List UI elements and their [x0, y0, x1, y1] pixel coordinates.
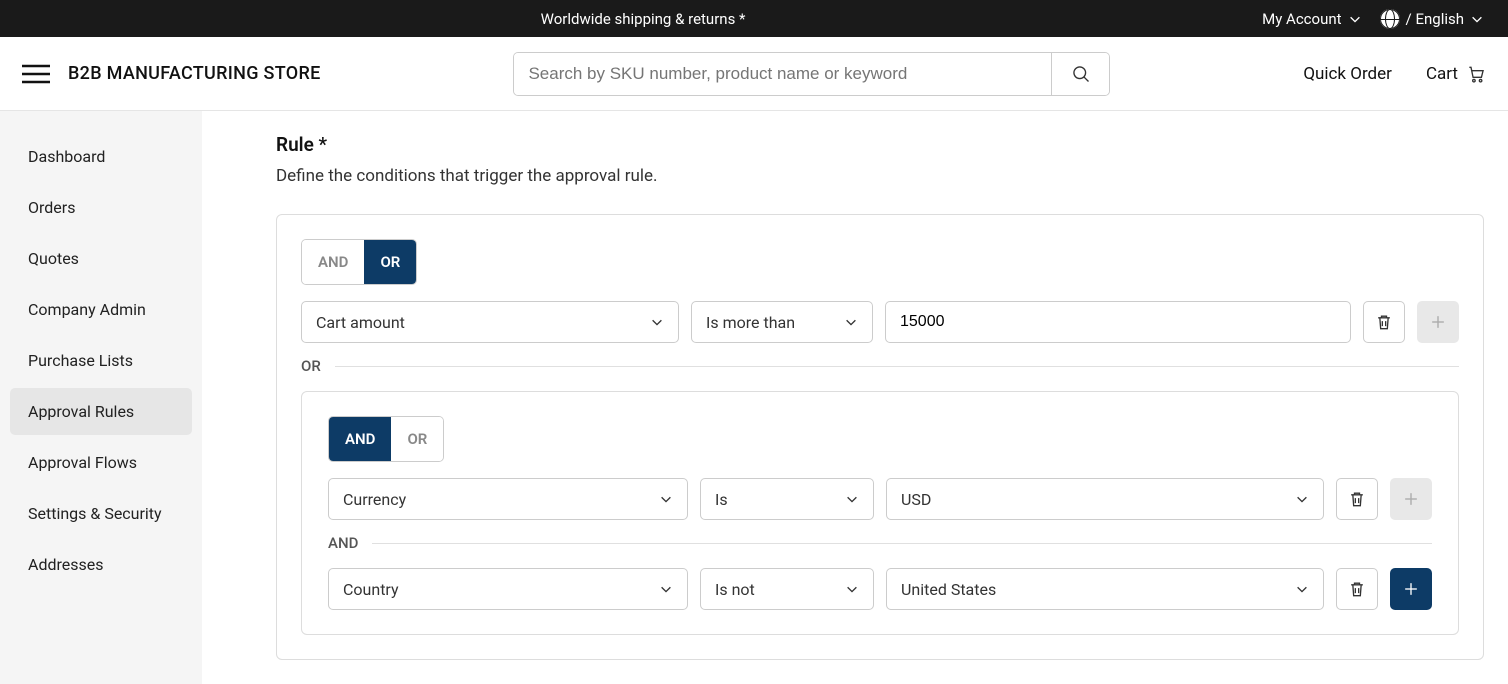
language-selector[interactable]: / English [1380, 9, 1484, 29]
sidebar-item-addresses[interactable]: Addresses [10, 541, 192, 588]
add-condition-button [1390, 478, 1432, 520]
quick-order-link[interactable]: Quick Order [1303, 64, 1392, 84]
rule-section-title: Rule * [276, 133, 1484, 156]
chevron-down-icon [1470, 12, 1484, 26]
delete-condition-button[interactable] [1336, 478, 1378, 520]
sidebar-item-approval-flows[interactable]: Approval Flows [10, 439, 192, 486]
chevron-down-icon [1295, 582, 1309, 596]
chevron-down-icon [1348, 12, 1362, 26]
search-bar [513, 52, 1110, 96]
separator-line [335, 366, 1459, 367]
search-button[interactable] [1051, 53, 1109, 95]
language-label: / English [1406, 10, 1464, 28]
logic-toggle-group1: AND OR [301, 239, 417, 285]
promo-banner: Worldwide shipping & returns * [24, 10, 1262, 28]
trash-icon [1374, 312, 1394, 332]
value-select-usd[interactable]: USD [886, 478, 1324, 520]
condition-row: Currency Is USD [328, 478, 1432, 520]
delete-condition-button[interactable] [1336, 568, 1378, 610]
sidebar-item-dashboard[interactable]: Dashboard [10, 133, 192, 180]
cart-link[interactable]: Cart [1426, 64, 1486, 84]
logic-or-button[interactable]: OR [364, 240, 416, 284]
hamburger-icon[interactable] [22, 64, 50, 84]
store-logo[interactable]: B2B MANUFACTURING STORE [68, 63, 321, 84]
cart-icon [1466, 64, 1486, 84]
globe-icon [1380, 9, 1400, 29]
condition-row: Cart amount Is more than [301, 301, 1459, 343]
operator-select-value: Is more than [706, 313, 795, 332]
search-input[interactable] [514, 53, 1051, 95]
field-select-value: Currency [343, 490, 406, 509]
delete-condition-button[interactable] [1363, 301, 1405, 343]
operator-select-value: Is [715, 490, 728, 509]
value-input[interactable] [885, 301, 1351, 343]
field-select-currency[interactable]: Currency [328, 478, 688, 520]
field-select-cart-amount[interactable]: Cart amount [301, 301, 679, 343]
trash-icon [1347, 489, 1367, 509]
chevron-down-icon [650, 315, 664, 329]
value-select-label: United States [901, 580, 996, 599]
operator-select[interactable]: Is [700, 478, 874, 520]
logic-or-button[interactable]: OR [391, 417, 443, 461]
operator-select[interactable]: Is not [700, 568, 874, 610]
my-account-label: My Account [1262, 10, 1341, 28]
logic-and-button[interactable]: AND [302, 240, 364, 284]
nested-condition-group: AND OR Currency Is USD [301, 391, 1459, 635]
plus-icon [1401, 579, 1421, 599]
sidebar-item-quotes[interactable]: Quotes [10, 235, 192, 282]
rule-builder: AND OR Cart amount Is more than [276, 214, 1484, 660]
chevron-down-icon [845, 492, 859, 506]
field-select-value: Cart amount [316, 313, 405, 332]
search-icon [1071, 64, 1091, 84]
plus-icon [1428, 312, 1448, 332]
chevron-down-icon [659, 492, 673, 506]
add-condition-button [1417, 301, 1459, 343]
trash-icon [1347, 579, 1367, 599]
value-select-united-states[interactable]: United States [886, 568, 1324, 610]
logic-separator-and: AND [328, 534, 1432, 552]
sidebar-item-settings-security[interactable]: Settings & Security [10, 490, 192, 537]
add-condition-button[interactable] [1390, 568, 1432, 610]
chevron-down-icon [845, 582, 859, 596]
my-account-menu[interactable]: My Account [1262, 10, 1361, 28]
rule-section-desc: Define the conditions that trigger the a… [276, 166, 1484, 186]
sidebar-item-company-admin[interactable]: Company Admin [10, 286, 192, 333]
sidebar-item-approval-rules[interactable]: Approval Rules [10, 388, 192, 435]
sidebar-item-purchase-lists[interactable]: Purchase Lists [10, 337, 192, 384]
chevron-down-icon [659, 582, 673, 596]
condition-row: Country Is not United States [328, 568, 1432, 610]
plus-icon [1401, 489, 1421, 509]
sidebar: Dashboard Orders Quotes Company Admin Pu… [0, 111, 202, 684]
separator-label: OR [301, 357, 321, 375]
field-select-country[interactable]: Country [328, 568, 688, 610]
logic-and-button[interactable]: AND [329, 417, 391, 461]
logic-toggle-group2: AND OR [328, 416, 444, 462]
logic-separator-or: OR [301, 357, 1459, 375]
field-select-value: Country [343, 580, 399, 599]
operator-select[interactable]: Is more than [691, 301, 873, 343]
cart-label: Cart [1426, 64, 1458, 84]
chevron-down-icon [1295, 492, 1309, 506]
operator-select-value: Is not [715, 580, 755, 599]
separator-line [372, 543, 1432, 544]
sidebar-item-orders[interactable]: Orders [10, 184, 192, 231]
separator-label: AND [328, 534, 358, 552]
chevron-down-icon [844, 315, 858, 329]
value-select-label: USD [901, 490, 931, 509]
